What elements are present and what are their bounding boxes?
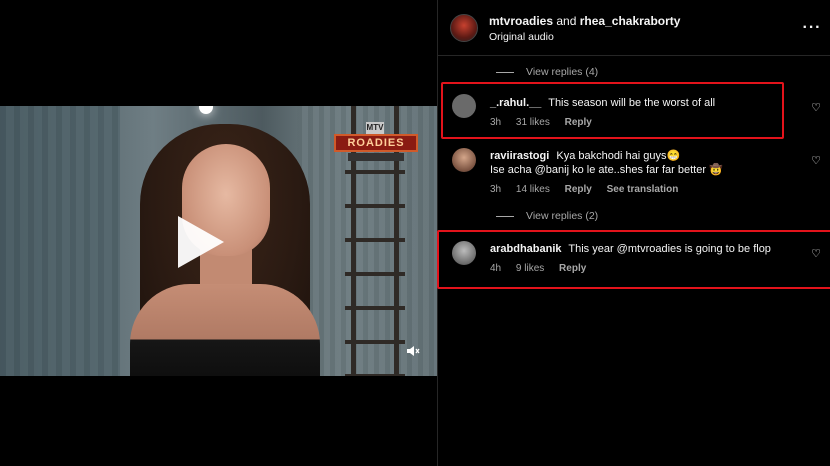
reel-video[interactable]: MTV ROADIES bbox=[0, 106, 437, 376]
ceiling-lamp bbox=[199, 106, 213, 114]
replies-line bbox=[496, 71, 514, 73]
heart-icon[interactable]: ♡ bbox=[810, 248, 822, 260]
comment-text-line-2: Ise acha @banij ko le ate..shes far far … bbox=[490, 164, 723, 176]
replies-line bbox=[496, 215, 514, 217]
comment-text: arabdhabanik This year @mtvroadies is go… bbox=[490, 242, 771, 256]
author-rhea[interactable]: rhea_chakraborty bbox=[580, 14, 681, 28]
comment-time[interactable]: 3h bbox=[490, 117, 501, 128]
post-avatar[interactable] bbox=[450, 14, 478, 42]
reply-button[interactable]: Reply bbox=[559, 263, 586, 274]
comment-likes[interactable]: 14 likes bbox=[516, 184, 550, 195]
comment-item: arabdhabanik This year @mtvroadies is go… bbox=[438, 240, 830, 280]
comment-avatar[interactable] bbox=[452, 94, 476, 118]
comment-body: This year @mtvroadies is going to be flo… bbox=[568, 243, 771, 255]
original-audio-link[interactable]: Original audio bbox=[489, 31, 554, 43]
comment-avatar[interactable] bbox=[452, 241, 476, 265]
comment-item: raviirastogi Kya bakchodi hai guys😁 Ise … bbox=[438, 147, 830, 202]
comment-body: Kya bakchodi hai guys😁 bbox=[556, 150, 681, 162]
see-translation-button[interactable]: See translation bbox=[607, 184, 679, 195]
comment-item: _.rahul.__ This season will be the worst… bbox=[438, 92, 830, 132]
logo-word: ROADIES bbox=[334, 134, 418, 152]
background-door-left bbox=[0, 106, 120, 376]
comment-body: This season will be the worst of all bbox=[548, 97, 716, 109]
play-icon[interactable] bbox=[178, 216, 224, 268]
media-pane: MTV ROADIES bbox=[0, 0, 437, 466]
comment-username[interactable]: _.rahul.__ bbox=[490, 97, 541, 109]
person-shoulders bbox=[130, 284, 320, 376]
view-replies-label: View replies (4) bbox=[526, 66, 599, 78]
comment-meta: 3h 31 likes Reply bbox=[490, 117, 604, 128]
comment-avatar[interactable] bbox=[452, 148, 476, 172]
view-replies-label: View replies (2) bbox=[526, 210, 599, 222]
post-authors: mtvroadies and rhea_chakraborty bbox=[489, 14, 680, 28]
more-horizontal-icon[interactable]: ··· bbox=[802, 18, 822, 38]
comment-text: _.rahul.__ This season will be the worst… bbox=[490, 96, 715, 110]
author-mtvroadies[interactable]: mtvroadies bbox=[489, 14, 553, 28]
author-joiner: and bbox=[556, 14, 577, 28]
heart-icon[interactable]: ♡ bbox=[810, 155, 822, 167]
comment-likes[interactable]: 9 likes bbox=[516, 263, 544, 274]
comment-time[interactable]: 3h bbox=[490, 184, 501, 195]
comment-username[interactable]: arabdhabanik bbox=[490, 243, 562, 255]
comment-meta: 3h 14 likes Reply See translation bbox=[490, 184, 690, 195]
heart-icon[interactable]: ♡ bbox=[810, 102, 822, 114]
view-replies-button[interactable]: View replies (2) bbox=[496, 210, 598, 224]
view-replies-button[interactable]: View replies (4) bbox=[496, 66, 598, 80]
volume-muted-icon[interactable] bbox=[404, 344, 422, 362]
comment-text: raviirastogi Kya bakchodi hai guys😁 bbox=[490, 149, 680, 163]
post-header: mtvroadies and rhea_chakraborty Original… bbox=[438, 0, 830, 56]
comment-username[interactable]: raviirastogi bbox=[490, 150, 549, 162]
reply-button[interactable]: Reply bbox=[565, 117, 592, 128]
logo-sub bbox=[348, 153, 404, 161]
comment-likes[interactable]: 31 likes bbox=[516, 117, 550, 128]
roadies-logo: MTV ROADIES bbox=[334, 122, 418, 164]
video-person bbox=[120, 124, 330, 376]
reply-button[interactable]: Reply bbox=[565, 184, 592, 195]
comment-time[interactable]: 4h bbox=[490, 263, 501, 274]
logo-mtv: MTV bbox=[366, 122, 384, 134]
comments-pane: mtvroadies and rhea_chakraborty Original… bbox=[437, 0, 830, 466]
comment-meta: 4h 9 likes Reply bbox=[490, 263, 598, 274]
